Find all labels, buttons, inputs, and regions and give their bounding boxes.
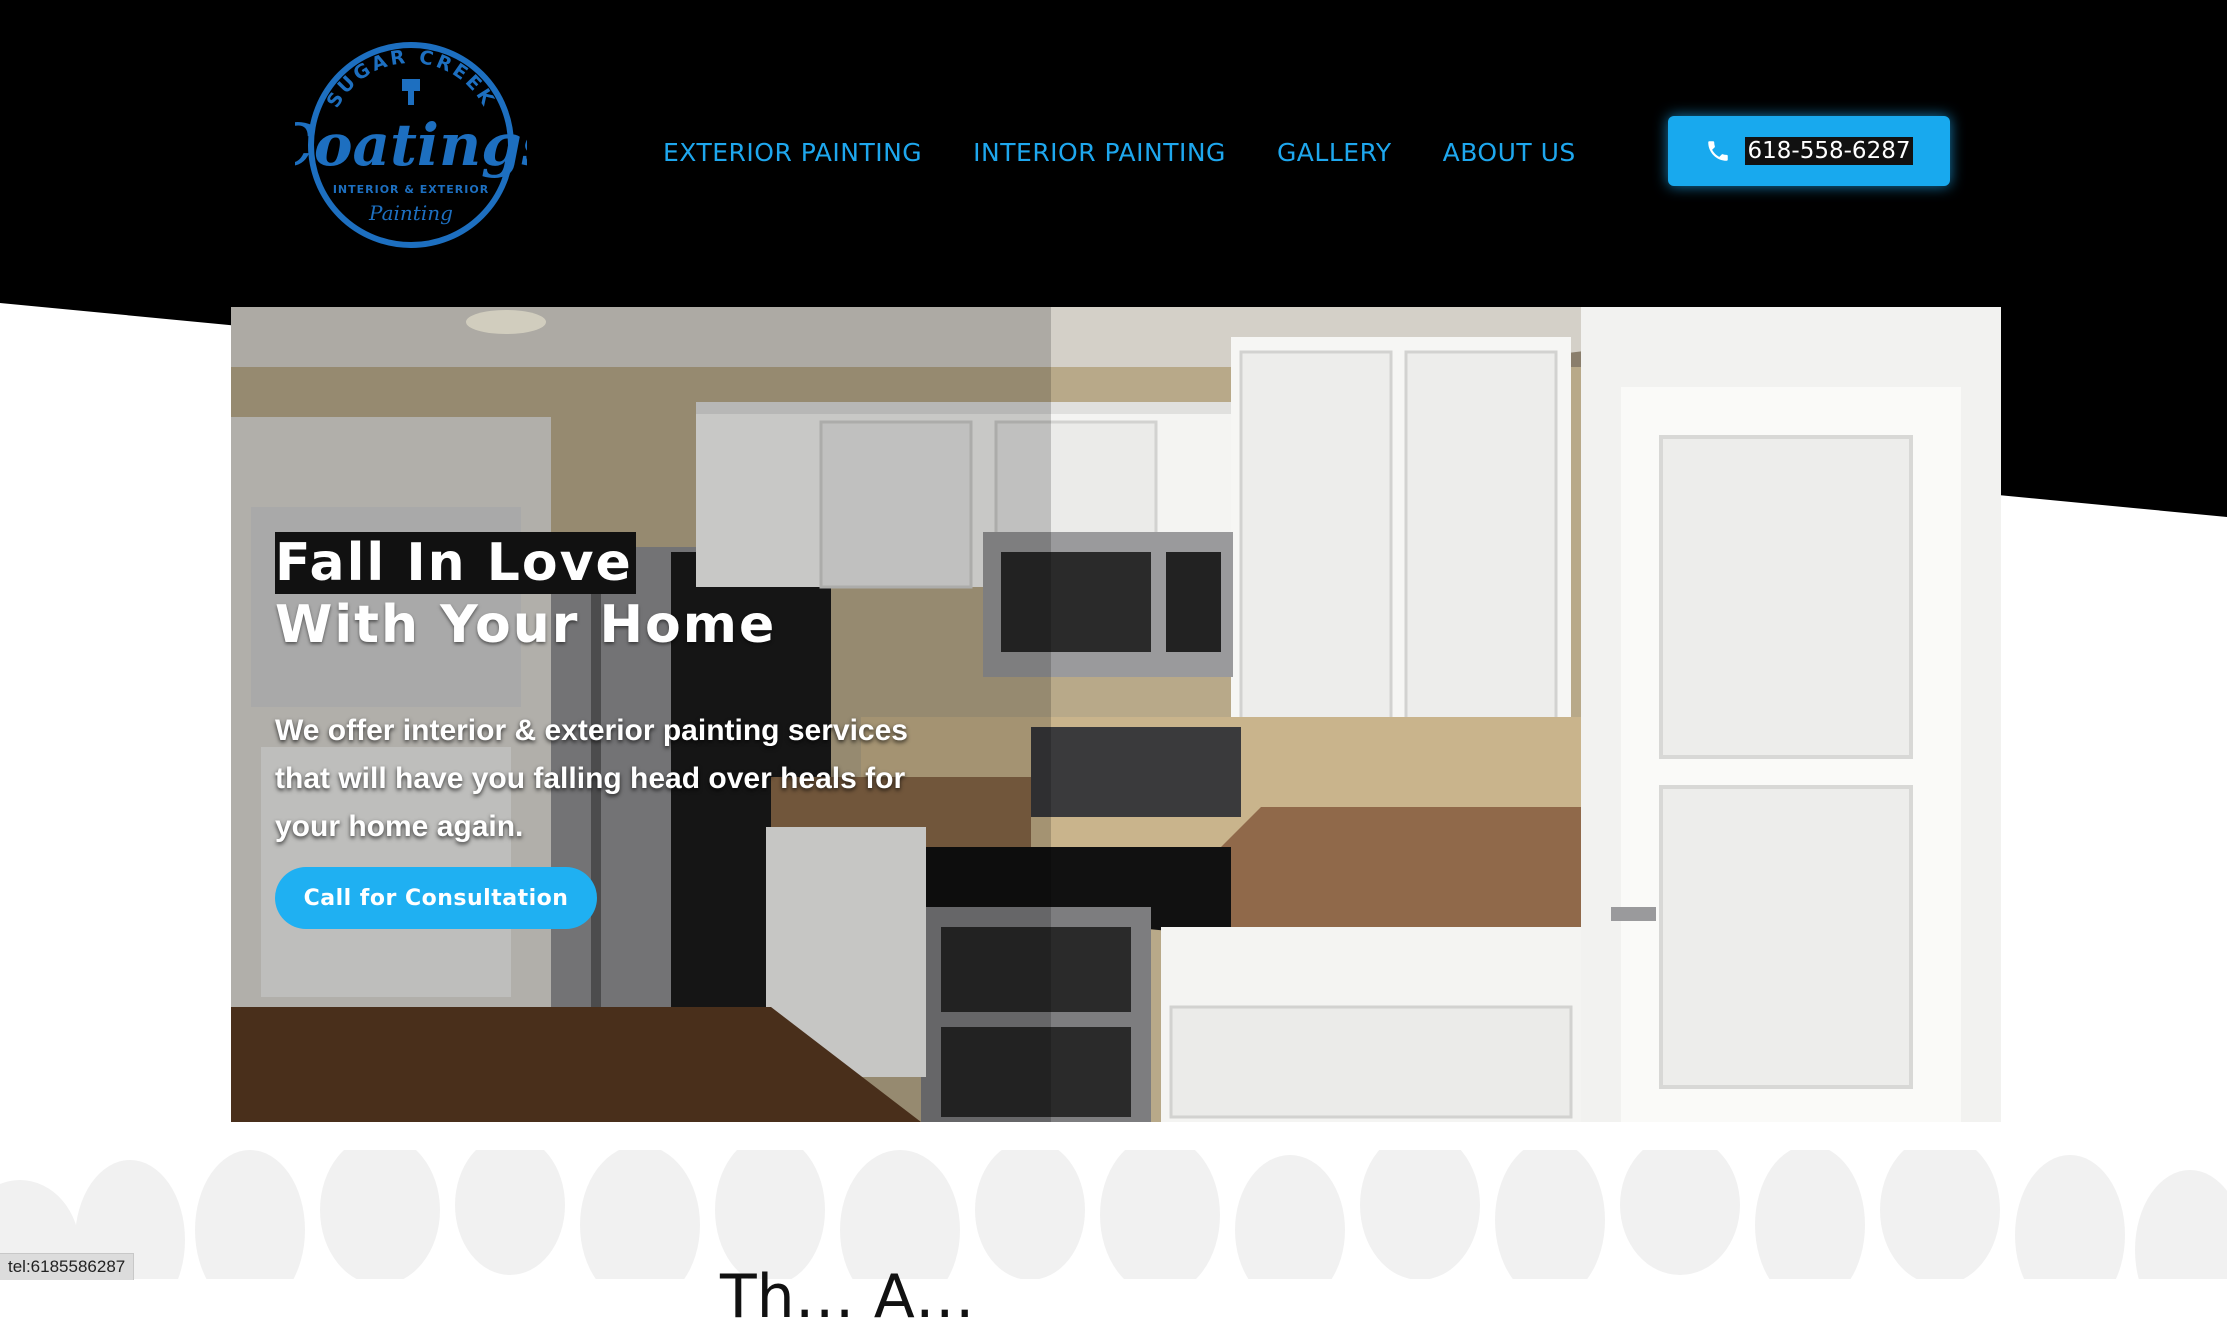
svg-text:Coatings: Coatings xyxy=(295,111,527,179)
section-heading: Th… A… xyxy=(720,1262,975,1332)
hero-subtitle: We offer interior & exterior painting se… xyxy=(275,714,908,843)
main-nav: EXTERIOR PAINTING INTERIOR PAINTING GALL… xyxy=(663,133,1627,173)
status-bar-url: tel:6185586287 xyxy=(0,1253,135,1280)
nav-gallery[interactable]: GALLERY xyxy=(1277,133,1392,173)
phone-icon xyxy=(1707,141,1728,161)
hero-title-line2: With Your Home xyxy=(275,594,777,655)
nav-exterior-painting[interactable]: EXTERIOR PAINTING xyxy=(663,133,922,173)
nav-interior-painting[interactable]: INTERIOR PAINTING xyxy=(973,133,1226,173)
hero-section: Fall In Love With Your Home We offer int… xyxy=(231,307,2001,1122)
phone-number: 618-558-6287 xyxy=(1744,137,1914,165)
hero-title: Fall In Love With Your Home xyxy=(275,531,777,656)
nav-about-us[interactable]: ABOUT US xyxy=(1443,133,1576,173)
paint-drips-decoration xyxy=(0,1150,2227,1279)
svg-text:Painting: Painting xyxy=(368,201,453,225)
call-for-consultation-button[interactable]: Call for Consultation xyxy=(275,867,597,929)
phone-call-button[interactable]: 618-558-6287 xyxy=(1668,116,1950,186)
svg-text:INTERIOR & EXTERIOR: INTERIOR & EXTERIOR xyxy=(333,183,489,196)
brand-logo[interactable]: SUGAR CREEK Coatings INTERIOR & EXTERIOR… xyxy=(295,35,527,250)
hero-title-line1: Fall In Love xyxy=(275,531,636,594)
